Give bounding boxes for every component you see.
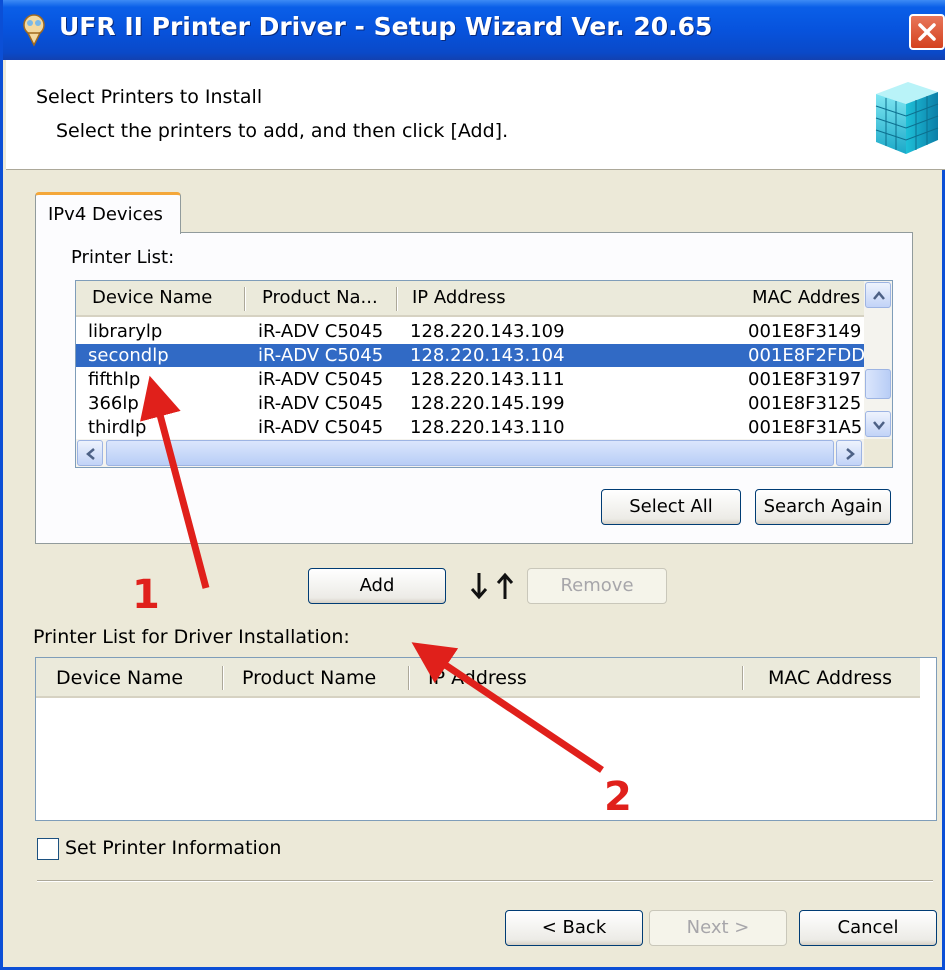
- scrollbar-corner: [864, 439, 892, 467]
- product-name-cell: iR-ADV C5045: [258, 417, 384, 438]
- mac-address-cell: 001E8F3197: [748, 369, 862, 390]
- ip-address-cell: 128.220.143.104: [410, 345, 565, 366]
- page-title: Select Printers to Install: [36, 86, 263, 108]
- printer-list-header: Device Name Product Na... IP Address MAC…: [76, 281, 864, 317]
- setup-wizard-window: UFR II Printer Driver - Setup Wizard Ver…: [0, 0, 945, 970]
- set-printer-info-label[interactable]: Set Printer Information: [65, 837, 281, 859]
- wizard-header: Select Printers to Install Select the pr…: [6, 60, 945, 170]
- column-ip-address[interactable]: IP Address: [412, 281, 712, 315]
- column-mac-address[interactable]: MAC Addres: [752, 281, 864, 315]
- column-separator[interactable]: [222, 666, 224, 690]
- ip-address-cell: 128.220.143.109: [410, 321, 565, 342]
- close-button[interactable]: [909, 14, 945, 50]
- printer-row-selected[interactable]: secondlp iR-ADV C5045 128.220.143.104 00…: [76, 344, 864, 367]
- title-bar: UFR II Printer Driver - Setup Wizard Ver…: [3, 0, 945, 60]
- column-separator[interactable]: [396, 287, 398, 311]
- column-separator[interactable]: [408, 666, 410, 690]
- mac-address-cell: 001E8F3149: [748, 321, 862, 342]
- printer-row[interactable]: librarylp iR-ADV C5045 128.220.143.109 0…: [76, 320, 864, 343]
- printer-driver-icon: [23, 14, 45, 47]
- add-button[interactable]: Add: [308, 568, 446, 604]
- device-name-cell: thirdlp: [88, 417, 147, 438]
- move-arrows-icon: [470, 572, 514, 600]
- device-name-cell: secondlp: [88, 345, 169, 366]
- window-title: UFR II Printer Driver - Setup Wizard Ver…: [59, 12, 713, 41]
- mac-address-cell: 001E8F31A5: [748, 417, 863, 438]
- vertical-scrollbar[interactable]: [864, 281, 892, 439]
- chevron-up-icon: [873, 291, 885, 300]
- scroll-right-button[interactable]: [836, 440, 862, 466]
- annotation-label-2: 2: [604, 774, 632, 820]
- cancel-button[interactable]: Cancel: [799, 910, 937, 946]
- back-button[interactable]: < Back: [505, 910, 643, 946]
- chevron-left-icon: [86, 448, 95, 460]
- scroll-down-button[interactable]: [865, 411, 891, 437]
- search-again-button[interactable]: Search Again: [755, 489, 891, 525]
- select-all-button[interactable]: Select All: [601, 489, 741, 525]
- product-name-cell: iR-ADV C5045: [258, 369, 384, 390]
- column-product-name[interactable]: Product Na...: [262, 281, 396, 315]
- ip-address-cell: 128.220.145.199: [410, 393, 565, 414]
- column-separator[interactable]: [244, 287, 246, 311]
- page-subtitle: Select the printers to add, and then cli…: [56, 120, 509, 142]
- mac-address-cell: 001E8F2FDD: [748, 345, 864, 366]
- printer-list[interactable]: Device Name Product Na... IP Address MAC…: [75, 280, 893, 468]
- footer-divider: [37, 880, 933, 882]
- chevron-down-icon: [873, 421, 885, 430]
- set-printer-info-checkbox[interactable]: [37, 838, 59, 860]
- cube-stack-icon: [875, 82, 939, 154]
- scroll-left-button[interactable]: [77, 440, 103, 466]
- ip-address-cell: 128.220.143.110: [410, 417, 565, 438]
- mac-address-cell: 001E8F3125: [748, 393, 862, 414]
- product-name-cell: iR-ADV C5045: [258, 345, 384, 366]
- device-name-cell: librarylp: [88, 321, 163, 342]
- tab-label: IPv4 Devices: [48, 204, 163, 225]
- install-list-header: Device Name Product Name IP Address MAC …: [36, 658, 920, 698]
- printer-list-label: Printer List:: [71, 247, 175, 268]
- horizontal-scrollbar[interactable]: [76, 439, 864, 467]
- column-device-name[interactable]: Device Name: [92, 281, 242, 315]
- column-device-name[interactable]: Device Name: [56, 658, 236, 696]
- install-list-label: Printer List for Driver Installation:: [33, 626, 350, 648]
- tab-ipv4-devices[interactable]: IPv4 Devices: [35, 192, 181, 234]
- close-icon: [918, 23, 936, 41]
- column-product-name[interactable]: Product Name: [242, 658, 412, 696]
- chevron-right-icon: [846, 448, 855, 460]
- product-name-cell: iR-ADV C5045: [258, 393, 384, 414]
- install-list[interactable]: Device Name Product Name IP Address MAC …: [35, 657, 937, 821]
- printer-row[interactable]: 366lp iR-ADV C5045 128.220.145.199 001E8…: [76, 392, 864, 415]
- column-mac-address[interactable]: MAC Address: [768, 658, 918, 696]
- printer-row[interactable]: fifthlp iR-ADV C5045 128.220.143.111 001…: [76, 368, 864, 391]
- device-name-cell: fifthlp: [88, 369, 141, 390]
- annotation-label-1: 1: [132, 572, 160, 618]
- next-button[interactable]: Next >: [649, 910, 787, 946]
- scroll-thumb[interactable]: [865, 369, 891, 399]
- remove-button[interactable]: Remove: [527, 568, 667, 604]
- printer-row[interactable]: thirdlp iR-ADV C5045 128.220.143.110 001…: [76, 416, 864, 439]
- product-name-cell: iR-ADV C5045: [258, 321, 384, 342]
- scroll-thumb[interactable]: [106, 440, 834, 466]
- column-ip-address[interactable]: IP Address: [428, 658, 728, 696]
- column-separator[interactable]: [742, 666, 744, 690]
- ip-address-cell: 128.220.143.111: [410, 369, 565, 390]
- scroll-up-button[interactable]: [865, 282, 891, 308]
- device-name-cell: 366lp: [88, 393, 139, 414]
